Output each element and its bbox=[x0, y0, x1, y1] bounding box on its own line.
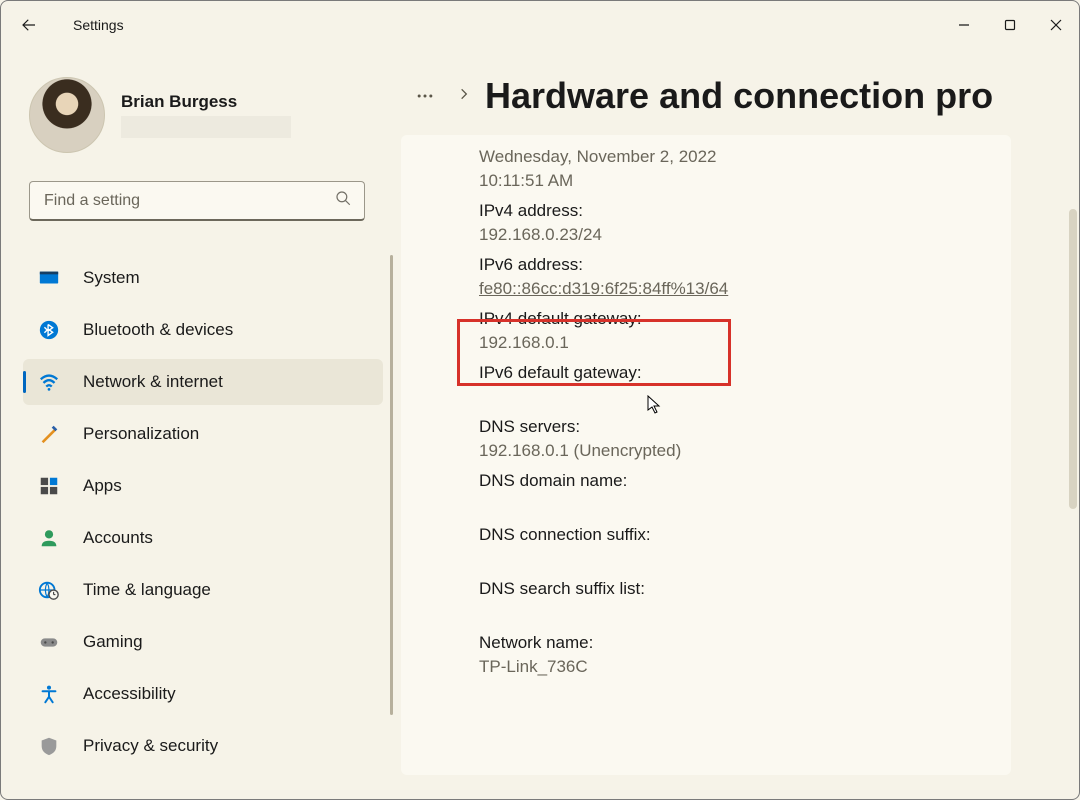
gamepad-icon bbox=[37, 630, 61, 654]
network-name-row: Network name: TP-Link_736C bbox=[479, 633, 983, 677]
accessibility-icon bbox=[37, 682, 61, 706]
ipv4-address-label: IPv4 address: bbox=[479, 201, 983, 221]
sidebar-item-label: System bbox=[83, 268, 140, 288]
network-name-label: Network name: bbox=[479, 633, 983, 653]
page-scrollbar[interactable] bbox=[1069, 209, 1077, 509]
dns-servers-row: DNS servers: 192.168.0.1 (Unencrypted) bbox=[479, 417, 983, 461]
close-button[interactable] bbox=[1033, 9, 1079, 41]
dns-conn-suffix-row: DNS connection suffix: bbox=[479, 525, 983, 569]
sidebar-item-time[interactable]: Time & language bbox=[23, 567, 383, 613]
ipv4-address-row: IPv4 address: 192.168.0.23/24 bbox=[479, 201, 983, 245]
chevron-right-icon bbox=[457, 87, 471, 106]
maximize-button[interactable] bbox=[987, 9, 1033, 41]
page-title: Hardware and connection pro bbox=[485, 75, 993, 117]
sidebar-item-label: Gaming bbox=[83, 632, 143, 652]
sidebar-item-label: Privacy & security bbox=[83, 736, 218, 756]
person-icon bbox=[37, 526, 61, 550]
sidebar-item-privacy[interactable]: Privacy & security bbox=[23, 723, 383, 769]
maximize-icon bbox=[1004, 19, 1016, 31]
ipv4-gateway-label: IPv4 default gateway: bbox=[479, 309, 983, 329]
main: Hardware and connection pro Wednesday, N… bbox=[401, 49, 1079, 799]
page-head: Hardware and connection pro bbox=[401, 49, 1079, 119]
search-wrap bbox=[29, 181, 365, 221]
settings-window: Settings Brian Burgess bbox=[0, 0, 1080, 800]
body: Brian Burgess System bbox=[1, 49, 1079, 799]
dns-servers-value: 192.168.0.1 (Unencrypted) bbox=[479, 441, 983, 461]
back-button[interactable] bbox=[9, 5, 49, 45]
sidebar-item-label: Time & language bbox=[83, 580, 211, 600]
ipv4-gateway-value: 192.168.0.1 bbox=[479, 333, 983, 353]
ipv6-address-value: fe80::86cc:d319:6f25:84ff%13/64 bbox=[479, 279, 983, 299]
minimize-icon bbox=[958, 19, 970, 31]
user-name: Brian Burgess bbox=[121, 92, 291, 112]
user-text: Brian Burgess bbox=[121, 92, 291, 138]
sidebar-item-label: Personalization bbox=[83, 424, 199, 444]
dns-domain-value bbox=[479, 495, 983, 515]
app-title: Settings bbox=[73, 17, 124, 33]
close-icon bbox=[1050, 19, 1062, 31]
search-icon[interactable] bbox=[334, 189, 352, 212]
sidebar-item-label: Network & internet bbox=[83, 372, 223, 392]
search-input[interactable] bbox=[42, 191, 334, 211]
sidebar-item-bluetooth[interactable]: Bluetooth & devices bbox=[23, 307, 383, 353]
sidebar-item-system[interactable]: System bbox=[23, 255, 383, 301]
sidebar-item-label: Accounts bbox=[83, 528, 153, 548]
sidebar-item-label: Apps bbox=[83, 476, 122, 496]
sidebar-item-apps[interactable]: Apps bbox=[23, 463, 383, 509]
sidebar-item-accounts[interactable]: Accounts bbox=[23, 515, 383, 561]
breadcrumb-ellipsis[interactable] bbox=[407, 78, 443, 114]
ipv6-gateway-label: IPv6 default gateway: bbox=[479, 363, 983, 383]
minimize-button[interactable] bbox=[941, 9, 987, 41]
user-block[interactable]: Brian Burgess bbox=[1, 49, 393, 153]
sidebar-item-personalization[interactable]: Personalization bbox=[23, 411, 383, 457]
search-box[interactable] bbox=[29, 181, 365, 221]
shield-icon bbox=[37, 734, 61, 758]
ipv6-address-label: IPv6 address: bbox=[479, 255, 983, 275]
dns-conn-suffix-label: DNS connection suffix: bbox=[479, 525, 983, 545]
timestamp-time: 10:11:51 AM bbox=[479, 171, 983, 191]
sidebar-item-network[interactable]: Network & internet bbox=[23, 359, 383, 405]
user-email-redacted bbox=[121, 116, 291, 138]
bluetooth-icon bbox=[37, 318, 61, 342]
content-panel: Wednesday, November 2, 2022 10:11:51 AM … bbox=[401, 135, 1011, 775]
titlebar: Settings bbox=[1, 1, 1079, 49]
ipv6-gateway-row: IPv6 default gateway: bbox=[479, 363, 983, 407]
sidebar: Brian Burgess System bbox=[1, 49, 401, 799]
dns-domain-row: DNS domain name: bbox=[479, 471, 983, 515]
sidebar-item-accessibility[interactable]: Accessibility bbox=[23, 671, 383, 717]
globe-clock-icon bbox=[37, 578, 61, 602]
apps-icon bbox=[37, 474, 61, 498]
wifi-icon bbox=[37, 370, 61, 394]
dns-search-row: DNS search suffix list: bbox=[479, 579, 983, 623]
dns-search-value bbox=[479, 603, 983, 623]
dns-search-label: DNS search suffix list: bbox=[479, 579, 983, 599]
timestamp-date: Wednesday, November 2, 2022 bbox=[479, 147, 983, 167]
sidebar-item-label: Accessibility bbox=[83, 684, 176, 704]
avatar bbox=[29, 77, 105, 153]
content-inner: Wednesday, November 2, 2022 10:11:51 AM … bbox=[401, 135, 1011, 677]
ipv6-gateway-value bbox=[479, 387, 983, 407]
ipv6-address-link[interactable]: fe80::86cc:d319:6f25:84ff%13/64 bbox=[479, 279, 728, 298]
window-controls bbox=[941, 9, 1079, 41]
system-icon bbox=[37, 266, 61, 290]
dns-domain-label: DNS domain name: bbox=[479, 471, 983, 491]
ipv6-address-row: IPv6 address: fe80::86cc:d319:6f25:84ff%… bbox=[479, 255, 983, 299]
ellipsis-icon bbox=[415, 86, 435, 106]
sidebar-item-gaming[interactable]: Gaming bbox=[23, 619, 383, 665]
dns-conn-suffix-value bbox=[479, 549, 983, 569]
sidebar-item-label: Bluetooth & devices bbox=[83, 320, 233, 340]
ipv4-gateway-row: IPv4 default gateway: 192.168.0.1 bbox=[479, 309, 983, 353]
timestamp-block: Wednesday, November 2, 2022 10:11:51 AM bbox=[479, 147, 983, 191]
network-name-value: TP-Link_736C bbox=[479, 657, 983, 677]
arrow-left-icon bbox=[20, 16, 38, 34]
ipv4-address-value: 192.168.0.23/24 bbox=[479, 225, 983, 245]
paintbrush-icon bbox=[37, 422, 61, 446]
nav: System Bluetooth & devices Network & int… bbox=[1, 255, 393, 769]
nav-scrollbar[interactable] bbox=[390, 255, 393, 715]
dns-servers-label: DNS servers: bbox=[479, 417, 983, 437]
